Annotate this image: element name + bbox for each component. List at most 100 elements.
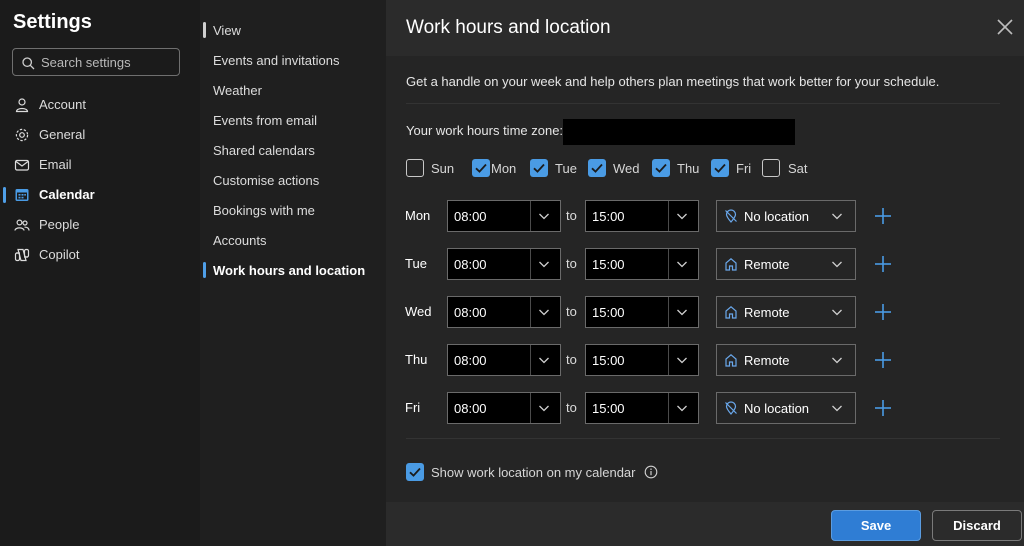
sidebar-item-account[interactable]: Account <box>0 94 200 116</box>
row-day-label: Thu <box>405 352 428 367</box>
checkbox-label-mon: Mon <box>491 161 517 176</box>
sidebar-item-label: Account <box>39 97 86 112</box>
info-icon[interactable] <box>644 465 658 479</box>
subnav-events-from-email[interactable]: Events from email <box>213 113 317 128</box>
people-icon <box>14 219 30 231</box>
checkbox-label-thu: Thu <box>677 161 700 176</box>
checkbox-wed[interactable] <box>588 159 606 177</box>
subnav-accounts[interactable]: Accounts <box>213 233 266 248</box>
location-select[interactable]: No location <box>716 392 856 424</box>
start-time-select[interactable]: 08:00 <box>447 392 561 424</box>
end-time-select[interactable]: 15:00 <box>585 248 699 280</box>
panel-header: Work hours and location <box>386 0 1024 56</box>
subnav-weather[interactable]: Weather <box>213 83 262 98</box>
start-time-select[interactable]: 08:00 <box>447 344 561 376</box>
end-time-value: 15:00 <box>592 209 625 224</box>
row-day-label: Tue <box>405 256 427 271</box>
to-label: to <box>566 208 577 223</box>
location-value: No location <box>744 401 810 416</box>
search-icon <box>22 57 35 70</box>
location-select[interactable]: Remote <box>716 296 856 328</box>
checkmark-icon <box>714 163 726 173</box>
to-label: to <box>566 304 577 319</box>
calendar-settings-nav: View Events and invitations Weather Even… <box>200 0 386 546</box>
add-icon[interactable] <box>874 207 892 225</box>
select-divider <box>530 249 531 279</box>
checkbox-label-tue: Tue <box>555 161 577 176</box>
subnav-shared-calendars[interactable]: Shared calendars <box>213 143 315 158</box>
end-time-select[interactable]: 15:00 <box>585 200 699 232</box>
work-hours-panel: Work hours and location Get a handle on … <box>386 0 1024 546</box>
start-time-select[interactable]: 08:00 <box>447 248 561 280</box>
end-time-value: 15:00 <box>592 305 625 320</box>
mail-icon <box>14 159 30 171</box>
divider <box>406 103 1000 104</box>
panel-title: Work hours and location <box>406 17 611 38</box>
select-divider <box>530 297 531 327</box>
start-time-value: 08:00 <box>454 257 487 272</box>
checkbox-sat[interactable] <box>762 159 780 177</box>
chevron-down-icon <box>832 213 842 220</box>
copilot-icon <box>14 248 30 262</box>
subnav-bookings-with-me[interactable]: Bookings with me <box>213 203 315 218</box>
search-box[interactable] <box>12 48 180 76</box>
checkbox-sun[interactable] <box>406 159 424 177</box>
end-time-select[interactable]: 15:00 <box>585 344 699 376</box>
start-time-select[interactable]: 08:00 <box>447 296 561 328</box>
checkbox-fri[interactable] <box>711 159 729 177</box>
sidebar-item-general[interactable]: General <box>0 124 200 146</box>
discard-button[interactable]: Discard <box>932 510 1022 541</box>
subnav-view[interactable]: View <box>213 23 241 38</box>
checkbox-label-sat: Sat <box>788 161 808 176</box>
checkbox-tue[interactable] <box>530 159 548 177</box>
checkbox-mon[interactable] <box>472 159 490 177</box>
settings-title: Settings <box>13 11 92 33</box>
subnav-customise-actions[interactable]: Customise actions <box>213 173 319 188</box>
chevron-down-icon <box>677 309 687 316</box>
add-icon[interactable] <box>874 399 892 417</box>
chevron-down-icon <box>539 357 549 364</box>
sidebar-item-copilot[interactable]: Copilot <box>0 244 200 266</box>
select-divider <box>668 345 669 375</box>
sidebar-item-people[interactable]: People <box>0 214 200 236</box>
settings-sidebar: Settings Account General Email Calendar … <box>0 0 201 546</box>
start-time-value: 08:00 <box>454 401 487 416</box>
sidebar-item-calendar[interactable]: Calendar <box>0 184 200 206</box>
subnav-work-hours-and-location[interactable]: Work hours and location <box>213 263 365 278</box>
end-time-select[interactable]: 15:00 <box>585 392 699 424</box>
start-time-select[interactable]: 08:00 <box>447 200 561 232</box>
row-day-label: Fri <box>405 400 421 415</box>
show-location-label: Show work location on my calendar <box>431 465 636 480</box>
panel-footer <box>386 502 1024 546</box>
select-divider <box>668 201 669 231</box>
location-select[interactable]: Remote <box>716 248 856 280</box>
end-time-select[interactable]: 15:00 <box>585 296 699 328</box>
add-icon[interactable] <box>874 303 892 321</box>
checkmark-icon <box>655 163 667 173</box>
select-divider <box>530 345 531 375</box>
sidebar-item-label: Calendar <box>39 187 95 202</box>
timezone-dropdown[interactable] <box>563 119 795 145</box>
chevron-down-icon <box>832 357 842 364</box>
checkbox-thu[interactable] <box>652 159 670 177</box>
show-location-checkbox[interactable] <box>406 463 424 481</box>
location-select[interactable]: No location <box>716 200 856 232</box>
row-day-label: Wed <box>405 304 432 319</box>
gear-icon <box>15 128 29 142</box>
location-value: Remote <box>744 353 790 368</box>
no-location-icon <box>725 209 737 223</box>
sidebar-item-label: General <box>39 127 86 142</box>
search-input[interactable] <box>41 53 173 71</box>
add-icon[interactable] <box>874 255 892 273</box>
location-select[interactable]: Remote <box>716 344 856 376</box>
save-button[interactable]: Save <box>831 510 921 541</box>
sidebar-item-label: People <box>39 217 80 232</box>
sidebar-item-email[interactable]: Email <box>0 154 200 176</box>
add-icon[interactable] <box>874 351 892 369</box>
timezone-label: Your work hours time zone: <box>406 123 564 138</box>
divider <box>406 438 1000 439</box>
subnav-events-and-invitations[interactable]: Events and invitations <box>213 53 339 68</box>
row-day-label: Mon <box>405 208 431 223</box>
to-label: to <box>566 352 577 367</box>
close-icon[interactable] <box>996 18 1014 36</box>
